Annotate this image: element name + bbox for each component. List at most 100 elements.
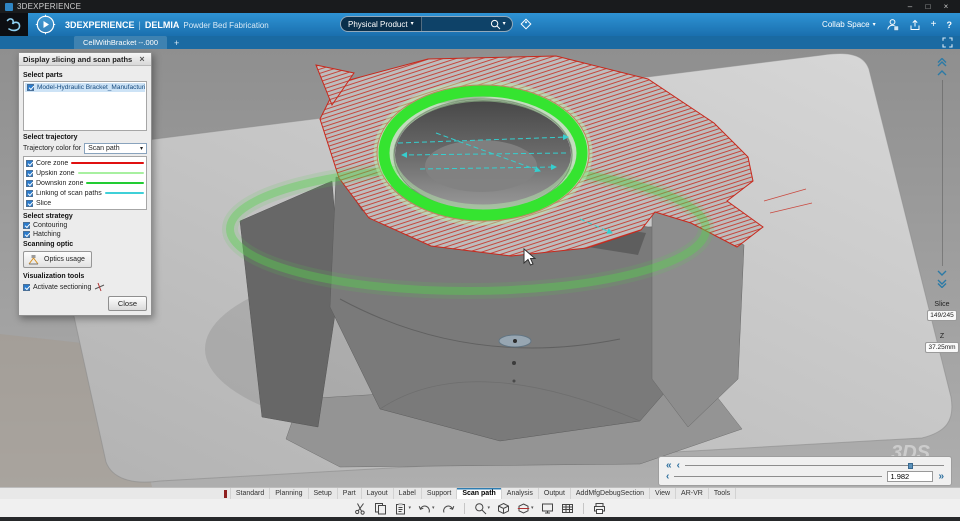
slice-count: 149/245 <box>927 310 957 321</box>
document-tab-label: CellWithBracket --.000 <box>83 38 159 47</box>
search-bar: Physical Product ▾ ▾ <box>340 16 513 32</box>
close-button[interactable]: × <box>937 0 955 13</box>
expand-button[interactable] <box>942 37 953 48</box>
step-forward-button[interactable]: » <box>938 471 944 482</box>
scanning-optic-header: Scanning optic <box>23 241 74 248</box>
trajectory-checkbox[interactable] <box>26 189 33 197</box>
tab-setup[interactable]: Setup <box>309 488 338 499</box>
slice-last-button[interactable] <box>936 278 948 289</box>
paste-button[interactable]: ▾ <box>392 501 413 516</box>
trajectory-color-line <box>104 192 144 194</box>
tab-addmfgdebugsection[interactable]: AddMfgDebugSection <box>571 488 650 499</box>
rewind-double-button[interactable]: « <box>666 460 672 471</box>
document-tab[interactable]: CellWithBracket --.000 <box>74 36 168 49</box>
zoom-icon <box>474 502 486 514</box>
tab-ar-vr[interactable]: AR-VR <box>676 488 709 499</box>
strategy-row[interactable]: Hatching <box>23 231 147 238</box>
redo-button[interactable] <box>440 501 457 516</box>
playback-slider-track[interactable] <box>684 462 944 469</box>
undo-button[interactable]: ▾ <box>416 501 437 516</box>
rewind-button[interactable]: ‹ <box>677 460 680 471</box>
3d-viewport[interactable]: 3DS Display slicing and scan paths × Sel… <box>0 49 960 487</box>
trajectory-checkbox[interactable] <box>26 199 33 207</box>
dialog-close-button[interactable]: Close <box>107 296 147 311</box>
trajectory-checkbox[interactable] <box>26 179 33 187</box>
trajectory-color-dropdown[interactable]: Scan path ▾ <box>84 143 147 154</box>
tab-analysis[interactable]: Analysis <box>502 488 539 499</box>
trajectory-row[interactable]: Downskin zone <box>25 178 145 188</box>
cut-button[interactable] <box>352 501 369 516</box>
print-button[interactable] <box>591 501 608 516</box>
dialog-titlebar[interactable]: Display slicing and scan paths × <box>19 53 151 66</box>
trajectory-label: Core zone <box>36 159 69 167</box>
section-view-button[interactable]: ▾ <box>515 501 536 516</box>
parts-list[interactable]: Model-Hydraulic Bracket_Manufacturing.2 <box>23 81 147 131</box>
tab-support[interactable]: Support <box>422 488 458 499</box>
maximize-button[interactable]: □ <box>919 0 937 13</box>
chevron-down-icon: ▾ <box>872 21 876 28</box>
data-table-button[interactable] <box>559 501 576 516</box>
isometric-view-button[interactable] <box>495 501 512 516</box>
chevron-down-icon: ▾ <box>139 145 143 152</box>
tag-button[interactable] <box>520 18 532 30</box>
trajectory-checkbox[interactable] <box>26 159 33 167</box>
strategy-checkbox[interactable] <box>23 231 30 238</box>
trajectory-row[interactable]: Core zone <box>25 158 145 168</box>
global-search: Physical Product ▾ ▾ <box>340 16 532 32</box>
minimize-button[interactable]: – <box>901 0 919 13</box>
activate-sectioning-row[interactable]: Activate sectioning <box>23 282 147 292</box>
chevron-down-icon: ▾ <box>410 21 414 27</box>
trajectory-color-label: Trajectory color for <box>23 145 82 152</box>
dialog-close-icon[interactable]: × <box>137 54 147 64</box>
slice-down-button[interactable] <box>936 269 948 278</box>
step-back-button[interactable]: ‹ <box>666 471 669 482</box>
trajectory-checkbox[interactable] <box>26 169 33 177</box>
slice-up-button[interactable] <box>936 68 948 77</box>
optics-usage-button[interactable]: Optics usage <box>23 251 92 268</box>
playback-slider-handle[interactable] <box>907 462 913 469</box>
tab-output[interactable]: Output <box>539 488 571 499</box>
strategy-checkbox[interactable] <box>23 222 30 229</box>
trajectory-row[interactable]: Upskin zone <box>25 168 145 178</box>
user-button[interactable] <box>886 18 899 31</box>
search-input[interactable] <box>421 18 484 30</box>
tab-view[interactable]: View <box>650 488 677 499</box>
strategy-row[interactable]: Contouring <box>23 222 147 229</box>
time-slider-track[interactable] <box>674 476 883 477</box>
tab-tools[interactable]: Tools <box>709 488 737 499</box>
copy-button[interactable] <box>372 501 389 516</box>
screen-button[interactable] <box>539 501 556 516</box>
chevron-down-icon: ▾ <box>487 505 491 511</box>
tab-standard[interactable]: Standard <box>229 488 271 499</box>
redo-icon <box>442 505 454 513</box>
help-button[interactable]: ? <box>947 20 953 30</box>
tab-scan-path[interactable]: Scan path <box>457 488 502 499</box>
search-scope-dropdown[interactable]: Physical Product ▾ <box>341 17 422 31</box>
search-submit[interactable]: ▾ <box>484 19 512 30</box>
add-content-button[interactable]: + <box>931 19 937 30</box>
part-list-item[interactable]: Model-Hydraulic Bracket_Manufacturing.2 <box>25 83 145 92</box>
collab-space-dropdown[interactable]: Collab Space ▾ <box>822 20 876 29</box>
optics-usage-label: Optics usage <box>44 256 85 263</box>
tab-layout[interactable]: Layout <box>362 488 394 499</box>
slice-slider-track[interactable] <box>941 80 943 266</box>
slice-first-button[interactable] <box>936 57 948 68</box>
window-titlebar[interactable]: 3DEXPERIENCE – □ × <box>0 0 960 13</box>
compass-icon[interactable] <box>35 14 56 35</box>
share-button[interactable] <box>909 19 921 31</box>
new-tab-button[interactable]: + <box>174 38 179 48</box>
sectioning-checkbox[interactable] <box>23 283 30 291</box>
copy-icon <box>375 502 387 514</box>
3ds-swoosh-icon <box>6 17 21 31</box>
playback-row-fine: ‹ » <box>666 471 944 482</box>
zoom-button[interactable]: ▾ <box>472 501 493 516</box>
trajectory-row[interactable]: Linking of scan paths <box>25 188 145 198</box>
tab-part[interactable]: Part <box>338 488 362 499</box>
tab-planning[interactable]: Planning <box>270 488 309 499</box>
part-checkbox[interactable] <box>27 84 34 91</box>
time-value-input[interactable] <box>887 471 934 482</box>
3ds-logo[interactable] <box>0 13 28 36</box>
trajectory-row[interactable]: Slice <box>25 198 145 208</box>
tab-label[interactable]: Label <box>394 488 422 499</box>
strategy-label: Contouring <box>33 222 68 229</box>
